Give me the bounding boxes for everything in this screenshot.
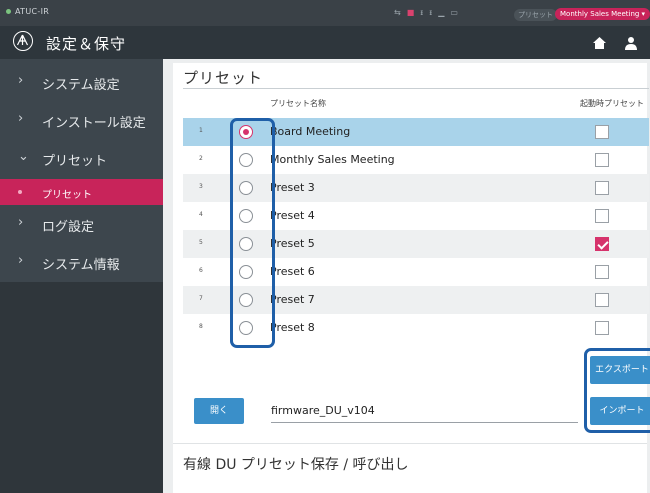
sidebar-item-install-settings[interactable]: › インストール設定: [0, 101, 163, 139]
main-content: プリセット プリセット名称 起動時プリセット 1 Board Meeting 2 Mo…: [163, 59, 650, 493]
sidebar-item-system-settings[interactable]: › システム設定: [0, 63, 163, 101]
wired-du-card: 有線 DU プリセット保存 / 呼び出し: [173, 443, 647, 493]
record-icon: ■: [406, 8, 421, 17]
sidebar-item-label: システム情報: [42, 258, 120, 273]
startup-checkbox[interactable]: [595, 153, 609, 167]
file-name-field[interactable]: firmware_DU_v104: [271, 401, 578, 423]
user-icon[interactable]: [625, 35, 637, 54]
preset-name: Preset 4: [270, 209, 315, 222]
app-title: 設定＆保守: [46, 35, 127, 53]
level-icon: ▁: [438, 8, 451, 17]
preset-name: Preset 6: [270, 265, 315, 278]
mic-icon: ᵻ: [429, 8, 439, 17]
current-preset-dropdown[interactable]: Monthly Sales Meeting ▾: [555, 8, 650, 20]
chevron-right-icon: ›: [18, 73, 24, 88]
sidebar-item-label: システム設定: [42, 78, 120, 93]
startup-checkbox[interactable]: [595, 321, 609, 335]
status-bar: ATUC-IR ⇆■ᵻᵻ▁▭ プリセット Monthly Sales Meeti…: [0, 0, 650, 26]
row-number: 2: [199, 155, 203, 162]
sidebar-item-system-info[interactable]: › システム情報: [0, 243, 163, 281]
sidebar-item-log-settings[interactable]: › ログ設定: [0, 205, 163, 243]
status-icons: ⇆■ᵻᵻ▁▭: [394, 8, 464, 17]
row-number: 1: [199, 127, 203, 134]
preset-name: Preset 8: [270, 321, 315, 334]
column-header-startup: 起動時プリセット: [580, 99, 644, 108]
row-number: 7: [199, 295, 203, 302]
device-indicator: ATUC-IR: [6, 7, 49, 16]
sidebar-subitem-label: プリセット: [42, 190, 92, 201]
preset-name: Preset 3: [270, 181, 315, 194]
audio-technica-logo-icon: [13, 31, 33, 51]
preset-status-label: プリセット: [514, 9, 557, 21]
home-icon[interactable]: [592, 35, 607, 54]
row-number: 8: [199, 323, 203, 330]
sidebar: › システム設定 › インストール設定 ⌄ プリセット プリセット › ログ設定…: [0, 59, 163, 493]
sidebar-subitem-presets[interactable]: プリセット: [0, 179, 163, 205]
startup-checkbox[interactable]: [595, 293, 609, 307]
row-number: 6: [199, 267, 203, 274]
startup-checkbox[interactable]: [595, 181, 609, 195]
sidebar-item-label: ログ設定: [42, 220, 95, 235]
startup-checkbox[interactable]: [595, 125, 609, 139]
column-header-name: プリセット名称: [270, 99, 326, 108]
sidebar-footer: [0, 282, 163, 493]
screen-icon: ▭: [450, 8, 464, 17]
status-dot-icon: [6, 9, 11, 14]
startup-checkbox[interactable]: [595, 237, 609, 251]
mic-icon: ᵻ: [420, 8, 430, 17]
radio-column-highlight: [230, 118, 275, 348]
buttons-highlight: [584, 348, 650, 433]
usb-icon: ⇆: [394, 8, 407, 17]
row-number: 4: [199, 211, 203, 218]
row-number: 3: [199, 183, 203, 190]
preset-name: Monthly Sales Meeting: [270, 153, 395, 166]
bullet-icon: [18, 190, 22, 194]
row-number: 5: [199, 239, 203, 246]
chevron-right-icon: ›: [18, 215, 24, 230]
sidebar-item-label: インストール設定: [42, 116, 146, 131]
chevron-right-icon: ›: [18, 253, 24, 268]
preset-name: Board Meeting: [270, 125, 351, 138]
preset-name: Preset 7: [270, 293, 315, 306]
presets-card: プリセット プリセット名称 起動時プリセット 1 Board Meeting 2 Mo…: [173, 63, 650, 443]
startup-checkbox[interactable]: [595, 209, 609, 223]
sidebar-item-label: プリセット: [42, 154, 108, 169]
app-header: 設定＆保守: [0, 26, 650, 59]
divider: [183, 88, 649, 89]
chevron-down-icon: ⌄: [18, 149, 29, 164]
chevron-right-icon: ›: [18, 111, 24, 126]
preset-name: Preset 5: [270, 237, 315, 250]
open-button[interactable]: 開く: [194, 398, 244, 424]
section-title: 有線 DU プリセット保存 / 呼び出し: [183, 457, 409, 473]
startup-checkbox[interactable]: [595, 265, 609, 279]
device-name: ATUC-IR: [15, 7, 50, 16]
sidebar-item-presets[interactable]: ⌄ プリセット: [0, 139, 163, 177]
page-title: プリセット: [183, 69, 264, 87]
